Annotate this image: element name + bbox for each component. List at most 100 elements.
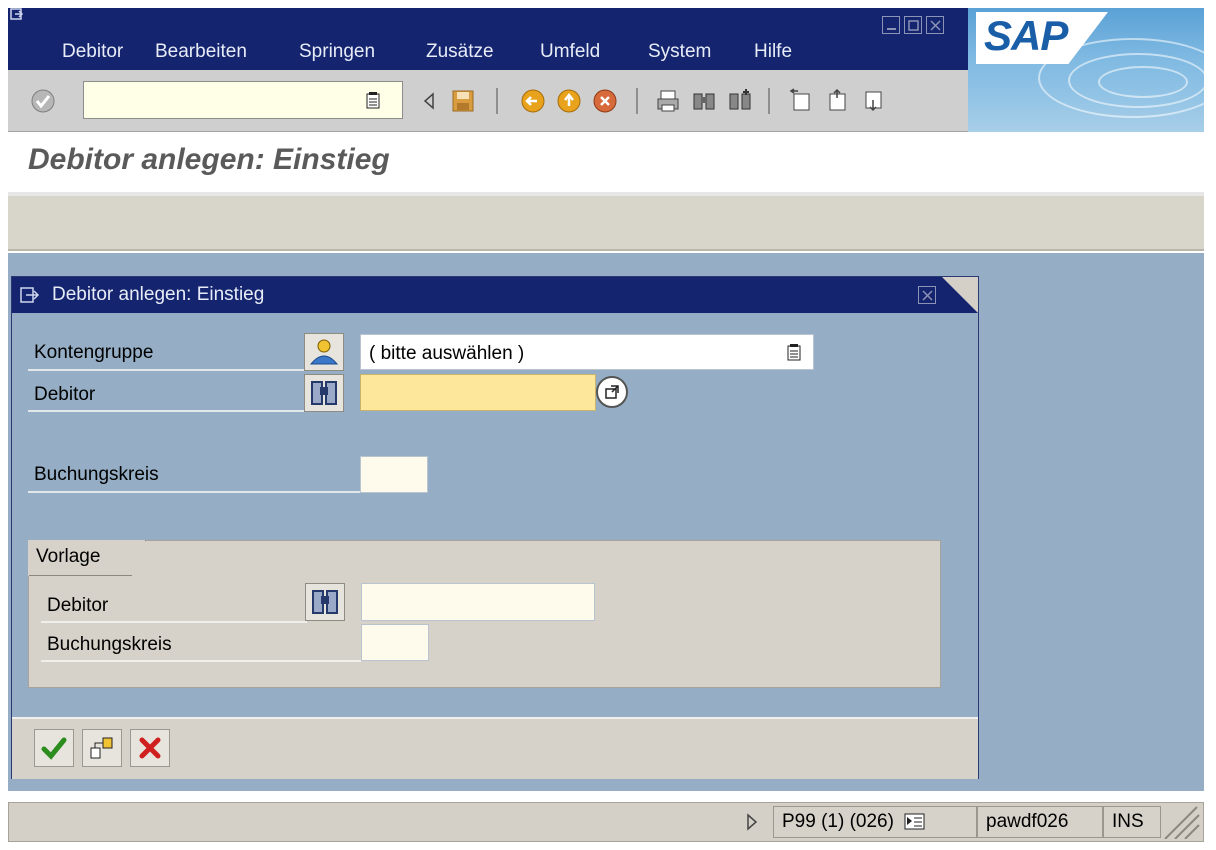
debitor-input[interactable] — [360, 374, 596, 411]
dialog-corner-decoration — [942, 277, 978, 313]
vorlage-group: Vorlage Debitor Buchungskreis — [28, 540, 941, 688]
tab-underline — [29, 575, 132, 576]
system-toolbar — [8, 70, 968, 132]
binoculars-icon — [312, 590, 338, 614]
maximize-icon — [908, 20, 919, 31]
label-underline — [28, 369, 306, 371]
system-info-cell: P99 (1) (026) — [773, 806, 977, 838]
triangle-right-icon — [747, 813, 758, 831]
status-bar: P99 (1) (026) pawdf026 INS — [8, 802, 1204, 842]
person-icon — [309, 339, 339, 365]
cancel-dialog-button[interactable] — [130, 729, 170, 767]
label-underline — [28, 491, 360, 493]
previous-button[interactable] — [414, 86, 444, 116]
label-underline — [41, 660, 361, 662]
insert-mode-cell: INS — [1103, 806, 1161, 838]
label-underline — [28, 410, 306, 412]
save-icon — [452, 90, 474, 112]
dialog-footer — [12, 717, 978, 779]
buchungskreis-input[interactable] — [360, 456, 428, 493]
debitor-search-button[interactable] — [304, 374, 344, 412]
vorlage-debitor-input[interactable] — [361, 583, 595, 621]
server-cell: pawdf026 — [977, 806, 1103, 838]
kontengruppe-picker-button[interactable] — [304, 333, 344, 371]
close-window-button[interactable] — [926, 16, 944, 34]
label-underline — [41, 621, 307, 623]
application-toolbar — [8, 196, 1204, 251]
find-next-button[interactable] — [725, 86, 755, 116]
dialog-debitor-anlegen: Debitor anlegen: Einstieg Kontengruppe (… — [11, 276, 979, 779]
find-button[interactable] — [689, 86, 719, 116]
vorlage-buchungskreis-input[interactable] — [361, 624, 429, 661]
kontengruppe-select[interactable]: ( bitte auswählen ) — [360, 334, 814, 370]
vorlage-buchungskreis-label: Buchungskreis — [47, 634, 172, 655]
toolbar-separator — [768, 88, 770, 114]
debitor-help-button[interactable] — [596, 376, 628, 408]
maximize-button[interactable] — [904, 16, 922, 34]
print-icon — [657, 90, 679, 112]
window-menu-icon[interactable] — [20, 287, 40, 305]
window-menu-icon[interactable] — [10, 8, 24, 22]
first-page-icon — [789, 88, 810, 111]
menu-bearbeiten[interactable]: Bearbeiten — [155, 41, 247, 63]
next-page-button[interactable] — [858, 86, 888, 116]
triangle-left-icon — [423, 92, 434, 110]
menu-hilfe[interactable]: Hilfe — [754, 41, 792, 63]
binoculars-plus-icon — [729, 89, 751, 110]
checkmark-circle-icon — [31, 89, 55, 113]
ripple-decoration — [1098, 66, 1188, 98]
enter-button[interactable] — [28, 86, 58, 116]
dialog-titlebar: Debitor anlegen: Einstieg — [12, 277, 978, 313]
debitor-label: Debitor — [34, 384, 96, 405]
organizational-levels-button[interactable] — [82, 729, 122, 767]
resize-grip-icon[interactable] — [1161, 805, 1201, 839]
minimize-icon — [887, 28, 896, 30]
binoculars-icon — [693, 93, 715, 110]
back-arrow-icon — [521, 89, 545, 113]
checkmark-icon — [41, 737, 67, 760]
close-icon — [922, 290, 933, 301]
org-levels-icon — [90, 737, 113, 759]
exit-button[interactable] — [554, 86, 584, 116]
back-button[interactable] — [518, 86, 548, 116]
page-title: Debitor anlegen: Einstieg — [28, 143, 390, 176]
command-history-button[interactable] — [358, 86, 388, 116]
system-info-icon[interactable] — [904, 813, 926, 831]
save-button[interactable] — [448, 86, 478, 116]
menu-springen[interactable]: Springen — [299, 41, 375, 63]
cancel-button[interactable] — [590, 86, 620, 116]
vorlage-tab: Vorlage — [28, 540, 146, 576]
print-button[interactable] — [653, 86, 683, 116]
command-field[interactable] — [83, 81, 403, 119]
close-icon — [930, 20, 941, 31]
vorlage-title: Vorlage — [36, 546, 101, 567]
external-window-icon — [605, 385, 619, 399]
vorlage-debitor-search-button[interactable] — [305, 583, 345, 621]
dialog-title: Debitor anlegen: Einstieg — [52, 284, 265, 305]
toolbar-separator — [636, 88, 638, 114]
previous-page-button[interactable] — [822, 86, 852, 116]
buchungskreis-label: Buchungskreis — [34, 464, 159, 485]
continue-button[interactable] — [34, 729, 74, 767]
menu-umfeld[interactable]: Umfeld — [540, 41, 600, 63]
binoculars-icon — [311, 381, 337, 405]
cancel-x-icon — [593, 89, 617, 113]
kontengruppe-label: Kontengruppe — [34, 342, 154, 363]
next-page-icon — [865, 91, 882, 112]
menu-debitor[interactable]: Debitor — [62, 41, 123, 63]
first-page-button[interactable] — [786, 86, 816, 116]
vorlage-debitor-label: Debitor — [47, 595, 109, 616]
toolbar-separator — [496, 88, 498, 114]
sap-logo-area: SAP — [968, 8, 1204, 132]
dropdown-list-icon — [787, 344, 801, 361]
status-toggle-button[interactable] — [745, 813, 759, 837]
dialog-close-button[interactable] — [918, 286, 936, 304]
minimize-button[interactable] — [882, 16, 900, 34]
cancel-x-icon — [139, 737, 161, 759]
kontengruppe-value: ( bitte auswählen ) — [369, 343, 525, 364]
dropdown-list-icon — [366, 92, 380, 109]
previous-page-icon — [829, 88, 846, 111]
up-arrow-icon — [557, 89, 581, 113]
menu-system[interactable]: System — [648, 41, 711, 63]
menu-zusaetze[interactable]: Zusätze — [426, 41, 494, 63]
